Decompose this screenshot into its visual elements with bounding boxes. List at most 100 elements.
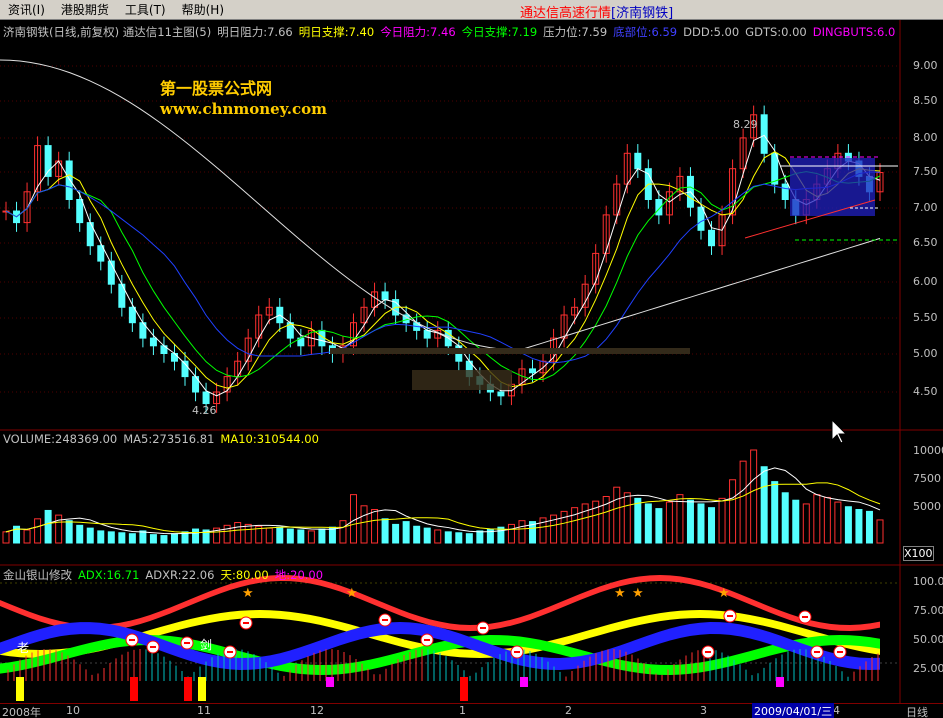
date-tick: 3 (700, 704, 707, 717)
volume-bar (2, 531, 10, 544)
volume-bar (802, 503, 810, 544)
legend-item: DDD:5.00 (683, 25, 740, 39)
signal-block (326, 677, 334, 687)
watermark-url: www.chnmoney.com (160, 100, 327, 118)
volume-bar (149, 534, 157, 544)
app-title: 通达信高速行情[济南钢铁] (520, 2, 673, 21)
cursor-date: 2009/04/01/三 (752, 703, 835, 718)
volume-bar (571, 507, 579, 544)
volume-bar (371, 509, 379, 544)
volume-ma-line (5, 467, 881, 535)
candle (708, 229, 716, 247)
volume-bar (771, 481, 779, 544)
volume-bar (613, 486, 621, 544)
volume-bar (223, 524, 231, 544)
legend-item: 明日阻力:7.66 (217, 25, 293, 39)
y-tick-label: 8.00 (913, 131, 938, 144)
volume-bar (844, 506, 852, 544)
volume-bar (339, 520, 347, 544)
volume-bar (107, 531, 115, 544)
volume-bar (465, 533, 473, 544)
volume-bar (444, 531, 452, 544)
y-tick-label: 9.00 (913, 59, 938, 72)
volume-bar (170, 533, 178, 544)
legend-item: 明日支撑:7.40 (298, 25, 375, 39)
signal-block (460, 677, 468, 701)
volume-unit: X100 (903, 546, 934, 561)
volume-bar (581, 503, 589, 544)
menu-info[interactable]: 资讯(I) (0, 1, 53, 18)
volume-bar (244, 523, 252, 544)
legend-item: MA5:273516.81 (123, 432, 215, 446)
low-price-label: 4.26 (192, 404, 217, 417)
volume-bar (686, 499, 694, 544)
legend-item: 济南钢铁(日线,前复权) 通达信11主图(5) (3, 25, 212, 39)
candle (634, 152, 642, 170)
signal-block (184, 677, 192, 701)
volume-bar (792, 499, 800, 544)
y-tick-label: 5.50 (913, 311, 938, 324)
menu-help[interactable]: 帮助(H) (174, 1, 232, 18)
candle (497, 391, 505, 397)
candle (423, 329, 431, 339)
candle (76, 199, 84, 224)
legend-item: ADXR:22.06 (145, 568, 215, 582)
volume-bar (307, 530, 315, 544)
runner-icon: ★ (614, 586, 626, 601)
volume-bar (876, 519, 884, 544)
mark-old: 老 (17, 641, 29, 655)
app-title-stock: [济南钢铁] (611, 6, 674, 21)
mouse-cursor (831, 418, 848, 444)
zone-box (412, 370, 512, 390)
volume-bar (34, 518, 42, 544)
volume-legend: VOLUME:248369.00 MA5:273516.81 MA10:310544… (3, 432, 325, 446)
volume-bar (655, 508, 663, 544)
legend-item: 天:80.00 (220, 568, 269, 582)
volume-bar (128, 533, 136, 544)
candle (149, 337, 157, 347)
resistance-box (790, 158, 875, 216)
volume-bar (718, 497, 726, 544)
volume-bar (697, 503, 705, 544)
legend-item: 金山银山修改 (3, 568, 72, 582)
indicator-legend: 金山银山修改 ADX:16.71 ADXR:22.06 天:80.00 地:20.00 (3, 567, 329, 583)
volume-ma-line (5, 482, 881, 533)
legend-item: GDTS:0.00 (745, 25, 807, 39)
y-tick-label: 5.00 (913, 347, 938, 360)
date-tick: 2008年 (2, 706, 41, 718)
volume-bar (44, 509, 52, 544)
candle (760, 114, 768, 154)
volume-bar (760, 466, 768, 544)
period-label[interactable]: 日线 (906, 704, 928, 718)
volume-bar (318, 528, 326, 544)
menu-hk-futures[interactable]: 港股期货 (53, 1, 117, 18)
volume-bar (234, 522, 242, 544)
volume-bar (665, 501, 673, 544)
zone-box (330, 348, 690, 354)
volume-bar (560, 510, 568, 544)
volume-bar (160, 535, 168, 544)
legend-item: 压力位:7.59 (543, 25, 608, 39)
legend-item: 底部位:6.59 (613, 25, 678, 39)
y-tick-label: 5000 (913, 500, 941, 513)
candle (381, 291, 389, 301)
date-tick: 11 (197, 704, 211, 717)
volume-bar (507, 523, 515, 544)
volume-bar (413, 525, 421, 544)
candle (128, 306, 136, 324)
volume-bar (781, 492, 789, 544)
kline-chart[interactable]: 8.29 4.26 ★ ★ ★ ★ ★ 老 剑 (0, 20, 943, 718)
y-tick-label: 10000 (913, 444, 943, 457)
menu-tools[interactable]: 工具(T) (117, 1, 174, 18)
volume-bar (623, 492, 631, 544)
volume-bar (402, 521, 410, 544)
menu-bar: 资讯(I) 港股期货 工具(T) 帮助(H) 通达信高速行情[济南钢铁] (0, 0, 943, 21)
y-tick-label: 100.0 (913, 575, 943, 588)
candle (170, 353, 178, 362)
volume-bar (813, 494, 821, 544)
volume-bar (739, 460, 747, 544)
volume-bar (360, 505, 368, 544)
high-price-label: 8.29 (733, 118, 758, 131)
volume-bar (86, 527, 94, 544)
runner-icon: ★ (632, 586, 644, 601)
